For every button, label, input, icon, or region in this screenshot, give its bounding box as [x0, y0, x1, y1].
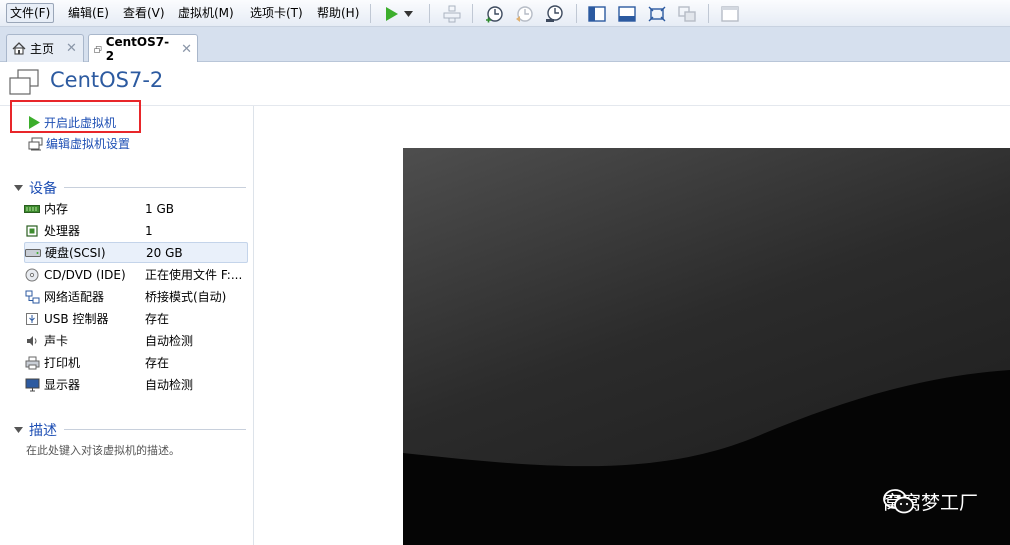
tab-home-label: 主页	[30, 42, 55, 56]
fullscreen-icon[interactable]	[646, 3, 668, 24]
cdrom-icon	[24, 268, 40, 282]
printer-icon	[24, 356, 40, 370]
menu-view[interactable]: 查看(V)	[119, 3, 169, 23]
description-placeholder[interactable]: 在此处键入对该虚拟机的描述。	[26, 442, 180, 458]
toolbar-separator	[708, 4, 709, 23]
device-name: CD/DVD (IDE)	[44, 267, 126, 282]
tab-home[interactable]: 主页 ✕	[6, 34, 84, 62]
play-icon	[29, 116, 40, 129]
device-name: 声卡	[44, 334, 69, 348]
menu-file[interactable]: 文件(F)	[6, 3, 55, 23]
edit-settings-button[interactable]: 编辑虚拟机设置	[28, 135, 130, 152]
tab-centos-label: CentOS7-2	[105, 35, 170, 63]
device-name: 显示器	[44, 378, 81, 392]
vm-large-icon	[9, 69, 39, 95]
divider	[64, 429, 246, 430]
sidebar-toggle-icon[interactable]	[586, 3, 608, 24]
device-row-sound[interactable]: 声卡 自动检测	[24, 330, 248, 351]
watermark: 窝窝梦工厂	[883, 488, 978, 515]
device-value: 1 GB	[145, 201, 174, 216]
tab-centos[interactable]: CentOS7-2 ✕	[88, 34, 198, 63]
page-title: CentOS7-2	[50, 68, 164, 92]
menu-edit[interactable]: 编辑(E)	[64, 3, 113, 23]
device-value: 自动检测	[145, 378, 194, 392]
toolbar-separator	[576, 4, 577, 23]
collapse-arrow-icon	[14, 427, 23, 433]
vm-preview-area: 窝窝梦工厂	[255, 106, 1010, 545]
device-row-network[interactable]: 网络适配器 桥接模式(自动)	[24, 286, 248, 307]
menu-toolbar: 文件(F) 编辑(E) 查看(V) 虚拟机(M) 选项卡(T) 帮助(H)	[0, 0, 1010, 27]
usb-icon	[24, 312, 40, 326]
snapshot-take-icon[interactable]	[483, 3, 505, 24]
screen-wave-graphic	[403, 370, 1010, 545]
device-name: 硬盘(SCSI)	[45, 246, 106, 260]
device-name: 处理器	[44, 224, 81, 238]
console-view-icon[interactable]	[616, 3, 638, 24]
monitor-icon	[24, 378, 40, 392]
close-icon[interactable]: ✕	[66, 41, 77, 56]
device-value: 自动检测	[145, 334, 194, 348]
home-icon	[12, 42, 26, 55]
vm-details-panel: 开启此虚拟机 编辑虚拟机设置 设备 内存 1 GB 处理器 1 硬盘(SCSI)…	[0, 100, 254, 545]
memory-icon	[24, 202, 40, 216]
snapshot-manager-icon[interactable]	[543, 3, 565, 24]
power-on-label: 开启此虚拟机	[44, 116, 117, 130]
toolbar-separator	[370, 4, 371, 23]
device-row-cdrom[interactable]: CD/DVD (IDE) 正在使用文件 F:...	[24, 264, 248, 285]
send-keys-icon[interactable]	[441, 3, 463, 24]
devices-heading: 设备	[29, 181, 57, 197]
device-value: 存在	[145, 356, 170, 370]
vm-header: CentOS7-2	[0, 62, 1010, 106]
device-name: USB 控制器	[44, 312, 109, 326]
divider	[64, 187, 246, 188]
thumbnail-icon[interactable]	[719, 3, 741, 24]
collapse-arrow-icon	[14, 185, 23, 191]
settings-icon	[28, 137, 43, 150]
description-heading: 描述	[29, 423, 57, 439]
dropdown-arrow-icon[interactable]	[401, 3, 415, 24]
snapshot-revert-icon[interactable]	[513, 3, 535, 24]
sound-icon	[24, 334, 40, 348]
vm-icon	[94, 45, 102, 53]
device-row-memory[interactable]: 内存 1 GB	[24, 198, 248, 219]
menu-tabs[interactable]: 选项卡(T)	[246, 3, 307, 23]
menu-vm[interactable]: 虚拟机(M)	[174, 3, 238, 23]
wechat-icon	[883, 489, 914, 514]
device-row-usb[interactable]: USB 控制器 存在	[24, 308, 248, 329]
device-name: 网络适配器	[44, 290, 105, 304]
device-row-harddisk[interactable]: 硬盘(SCSI) 20 GB	[24, 242, 248, 263]
description-section-header[interactable]: 描述	[14, 420, 57, 440]
device-row-printer[interactable]: 打印机 存在	[24, 352, 248, 373]
device-value: 桥接模式(自动)	[145, 290, 227, 304]
tab-bar: 主页 ✕ CentOS7-2 ✕	[0, 27, 1010, 63]
network-icon	[24, 290, 40, 304]
power-on-button[interactable]: 开启此虚拟机	[28, 114, 116, 131]
harddisk-icon	[25, 246, 41, 260]
device-value: 20 GB	[146, 245, 183, 260]
close-icon[interactable]: ✕	[181, 42, 192, 57]
play-icon[interactable]	[380, 3, 402, 24]
toolbar-separator	[472, 4, 473, 23]
devices-section-header[interactable]: 设备	[14, 178, 57, 198]
vm-screen-thumbnail[interactable]: 窝窝梦工厂	[403, 148, 1010, 545]
menu-help[interactable]: 帮助(H)	[313, 3, 363, 23]
cpu-icon	[24, 224, 40, 238]
device-row-monitor[interactable]: 显示器 自动检测	[24, 374, 248, 395]
device-name: 打印机	[44, 356, 81, 370]
device-value: 存在	[145, 312, 170, 326]
device-row-cpu[interactable]: 处理器 1	[24, 220, 248, 241]
unity-icon[interactable]	[676, 3, 698, 24]
device-value: 1	[145, 223, 153, 238]
device-value: 正在使用文件 F:...	[145, 268, 243, 282]
edit-settings-label: 编辑虚拟机设置	[46, 137, 131, 151]
device-name: 内存	[44, 202, 69, 216]
toolbar-separator	[429, 4, 430, 23]
